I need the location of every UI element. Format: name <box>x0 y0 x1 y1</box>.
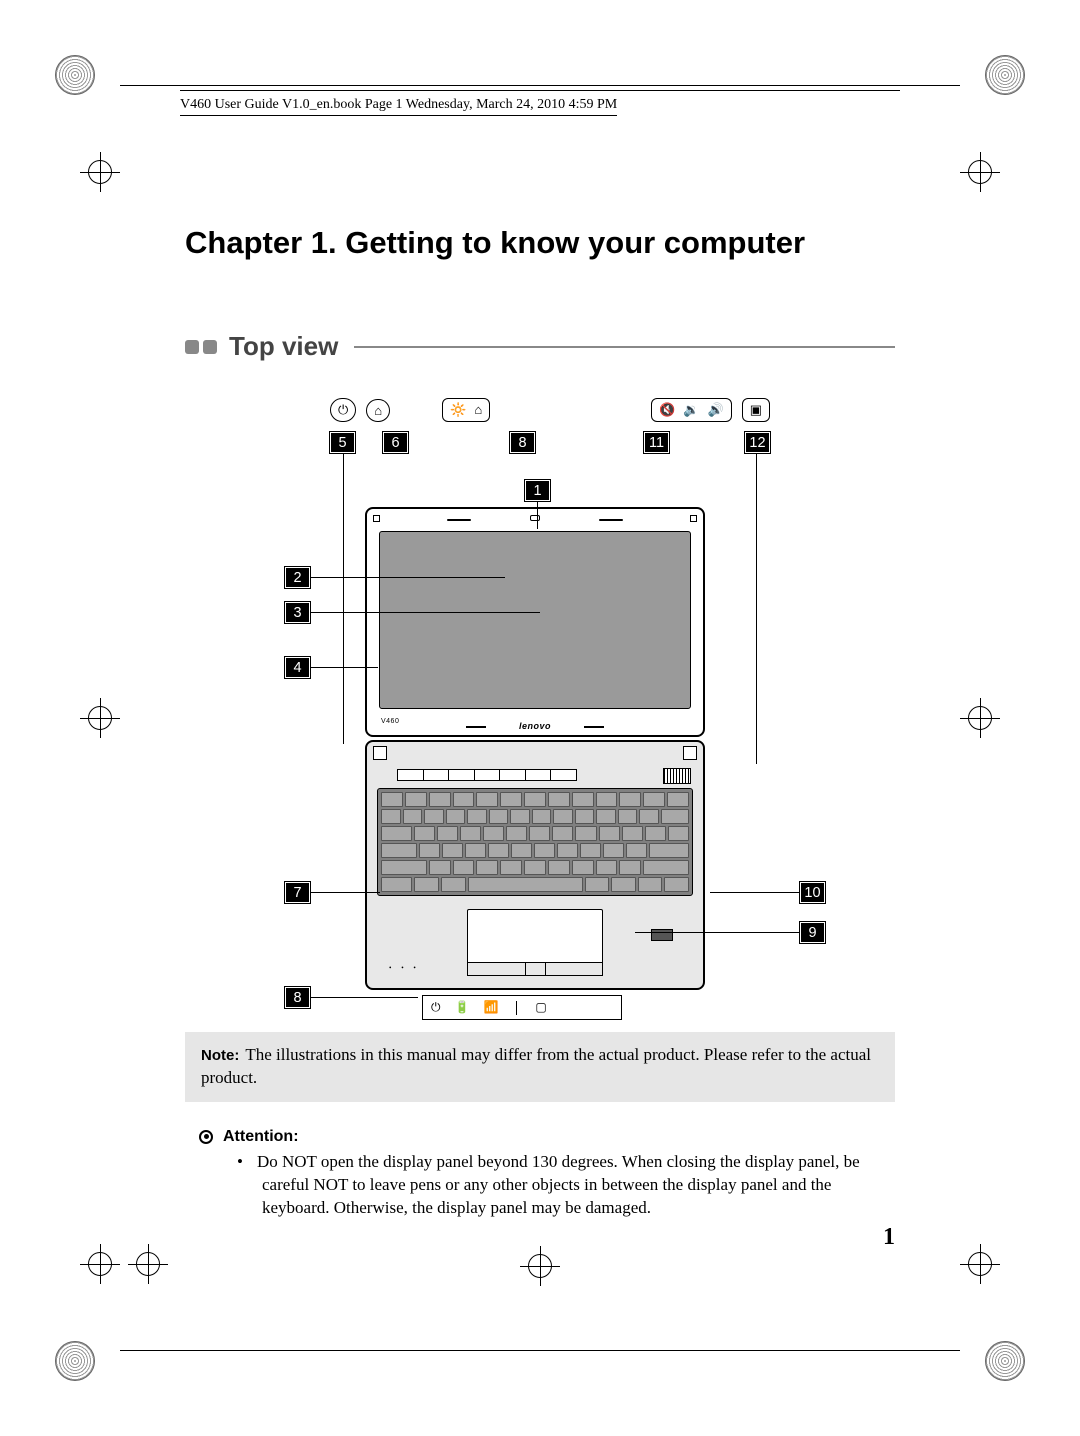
callout-3: 3 <box>285 602 310 623</box>
callout-7: 7 <box>285 882 310 903</box>
camera-icon <box>530 515 540 521</box>
attention-label: Attention: <box>223 1126 299 1148</box>
brand-logo: lenovo <box>519 721 551 731</box>
section-bullet-icon <box>185 340 217 354</box>
registration-mark-icon <box>968 1252 992 1276</box>
callout-11: 11 <box>644 432 669 453</box>
touchpad-indicator-icon: ▢ <box>535 1000 546 1015</box>
onekey-rescue-icon: ⌂ <box>366 399 390 422</box>
section-title: Top view <box>229 331 338 362</box>
callout-leader: 2 <box>285 567 505 588</box>
microphone-icon <box>447 519 471 521</box>
callout-leader: 3 <box>285 602 540 623</box>
note-box: Note:The illustrations in this manual ma… <box>185 1032 895 1102</box>
registration-mark-icon <box>968 706 992 730</box>
indicator-lights-icon: • • • <box>389 964 420 972</box>
onekey-theater-icon: ▣ <box>742 398 770 422</box>
registration-mark-icon <box>528 1254 552 1278</box>
callout-2: 2 <box>285 567 310 588</box>
registration-mark-icon <box>968 160 992 184</box>
power-indicator-icon: ⏻ <box>431 1000 441 1015</box>
media-buttons <box>397 769 577 781</box>
note-label: Note: <box>201 1047 239 1064</box>
section-heading: Top view <box>185 331 895 362</box>
registration-mark-icon <box>88 1252 112 1276</box>
callout-9: 9 <box>800 922 825 943</box>
running-head-text: V460 User Guide V1.0_en.book Page 1 Wedn… <box>180 97 617 116</box>
chapter-title: Chapter 1. Getting to know your computer <box>185 225 895 261</box>
callout-8: 8 <box>285 987 310 1008</box>
model-label: V460 <box>381 718 399 725</box>
top-callout-row: 5 6 8 11 12 <box>330 432 770 453</box>
section-rule <box>354 346 895 348</box>
registration-mark-icon <box>88 706 112 730</box>
keyboard <box>377 788 693 896</box>
callout-leader: 1 <box>525 480 550 501</box>
volume-controls-icon: 🔇🔉🔊 <box>651 398 732 422</box>
callout-10: 10 <box>800 882 825 903</box>
top-button-panel: ⏻ ⌂ 🔆⌂ 🔇🔉🔊 ▣ <box>330 392 770 428</box>
note-text: The illustrations in this manual may dif… <box>201 1045 871 1087</box>
touchpad-buttons <box>467 962 603 976</box>
attention-icon <box>199 1130 213 1144</box>
energy-management-icon: 🔆⌂ <box>442 398 490 422</box>
callout-leader: 9 <box>635 922 825 943</box>
speaker-icon <box>663 768 691 784</box>
print-frame <box>120 85 960 86</box>
callout-4: 4 <box>285 657 310 678</box>
callout-12: 12 <box>745 432 770 453</box>
running-head: V460 User Guide V1.0_en.book Page 1 Wedn… <box>180 90 900 116</box>
corner-ornament-icon <box>55 55 95 95</box>
status-indicator-panel: ⏻ 🔋 📶 ▢ <box>422 995 622 1020</box>
registration-mark-icon <box>88 160 112 184</box>
registration-mark-icon <box>136 1252 160 1276</box>
fingerprint-reader-icon <box>526 963 546 975</box>
microphone-icon <box>599 519 623 521</box>
callout-leader <box>756 454 757 764</box>
callout-leader: 8 <box>285 987 418 1008</box>
attention-item: Do NOT open the display panel beyond 130… <box>237 1151 895 1220</box>
top-view-diagram: ⏻ ⌂ 🔆⌂ 🔇🔉🔊 ▣ 5 6 8 11 12 <box>285 392 795 1012</box>
laptop-base: • • • ⏻ 🔋 📶 ▢ <box>365 740 705 990</box>
print-frame <box>120 1350 960 1351</box>
attention-block: Attention: Do NOT open the display panel… <box>185 1126 895 1220</box>
power-button-icon: ⏻ <box>330 398 356 422</box>
callout-1: 1 <box>525 480 550 501</box>
corner-ornament-icon <box>985 55 1025 95</box>
callout-leader: 4 <box>285 657 378 678</box>
callout-leader: 10 <box>710 882 825 903</box>
callout-6: 6 <box>383 432 408 453</box>
callout-5: 5 <box>330 432 355 453</box>
touchpad <box>467 909 603 967</box>
corner-ornament-icon <box>55 1341 95 1381</box>
corner-ornament-icon <box>985 1341 1025 1381</box>
callout-8-top: 8 <box>510 432 535 453</box>
callout-leader: 7 <box>285 882 380 903</box>
wireless-indicator-icon: 📶 <box>483 1000 498 1015</box>
callout-leader <box>343 454 344 744</box>
page-number: 1 <box>883 1224 895 1251</box>
battery-indicator-icon: 🔋 <box>455 1000 470 1015</box>
